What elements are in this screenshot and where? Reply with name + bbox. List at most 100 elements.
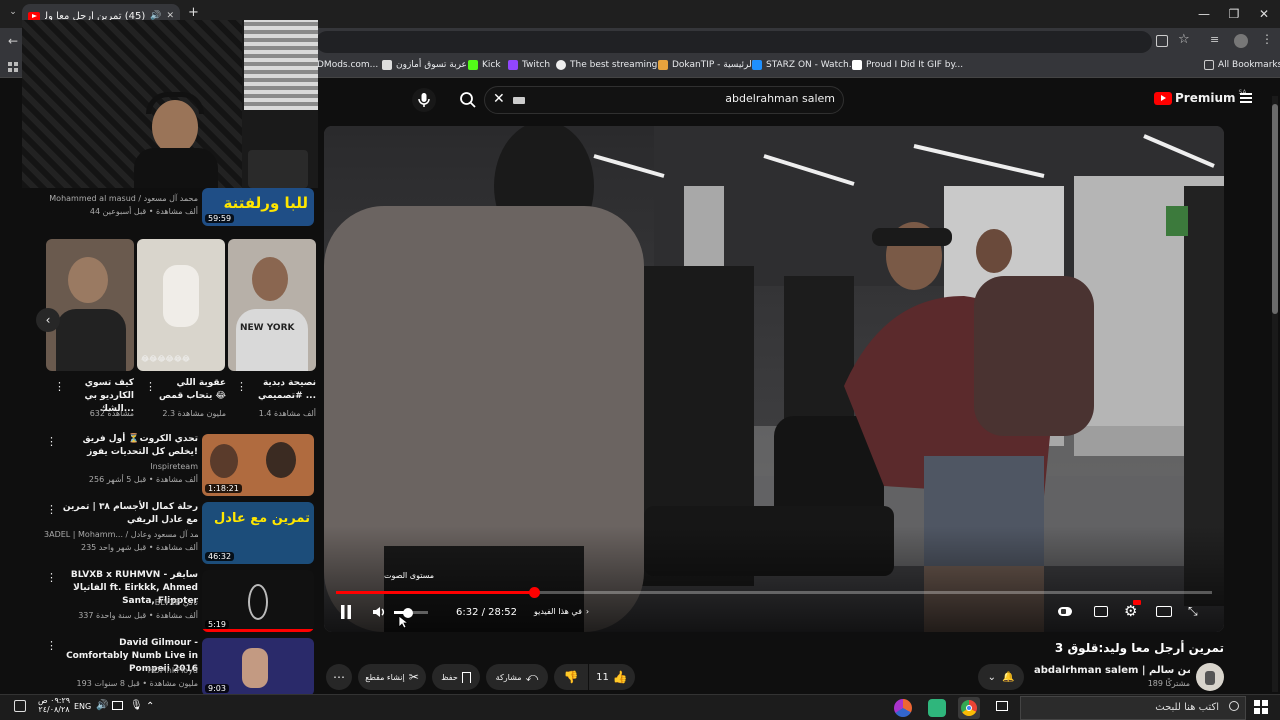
- bookmark-item[interactable]: The best streaming...: [556, 60, 666, 70]
- progress-track[interactable]: [336, 587, 1212, 598]
- bookmark-star-icon[interactable]: ☆: [1178, 32, 1190, 47]
- tab-search-button[interactable]: ⌄: [6, 7, 20, 21]
- scrollbar-thumb[interactable]: [1272, 104, 1278, 314]
- notifications-icon[interactable]: [14, 700, 26, 712]
- short-menu-icon[interactable]: ⋮: [54, 380, 65, 393]
- network-tray-icon[interactable]: [112, 701, 123, 710]
- bookmark-item[interactable]: Twitch: [508, 60, 550, 70]
- apps-grid-icon[interactable]: [8, 62, 18, 72]
- channel-name[interactable]: abdalrhman salem | عبدالرحمن سالم: [1034, 665, 1190, 676]
- windows-start-icon[interactable]: [1254, 700, 1268, 714]
- short-views: 1.4 ألف مشاهدة: [258, 409, 316, 418]
- install-app-icon[interactable]: [1156, 35, 1168, 47]
- related-video-thumbnail[interactable]: 9:03: [202, 638, 314, 696]
- keyboard-icon[interactable]: [513, 97, 525, 104]
- bookmark-item[interactable]: DokanTIP - الرئيسية: [658, 60, 754, 70]
- microphone-tray-icon[interactable]: 🎙: [130, 700, 143, 711]
- close-window-button[interactable]: ✕: [1256, 6, 1272, 22]
- guide-menu-icon[interactable]: [1240, 93, 1252, 103]
- voice-search-icon[interactable]: [412, 88, 436, 112]
- notification-bell-button[interactable]: ⌄ 🔔: [978, 664, 1024, 690]
- new-tab-button[interactable]: +: [188, 5, 199, 20]
- save-button[interactable]: حفظ: [432, 664, 480, 690]
- minimize-button[interactable]: —: [1196, 6, 1212, 22]
- related-video-thumbnail[interactable]: 1:18:21: [202, 434, 314, 496]
- taskbar-search-label: اكتب هنا للبحث: [1155, 702, 1219, 713]
- related-video-thumbnail[interactable]: تمرين مع عادل 46:32: [202, 502, 314, 564]
- short-menu-icon[interactable]: ⋮: [236, 380, 247, 393]
- hd-badge: [1133, 600, 1141, 605]
- more-actions-button[interactable]: ⋯: [326, 664, 352, 690]
- search-button[interactable]: [456, 88, 480, 112]
- related-video-channel[interactable]: Mohammed al masud / محمد آل مسعود: [40, 193, 198, 205]
- video-player[interactable]: مستوى الصوت 6:32 / 28:52 في هذا الفيديو …: [324, 126, 1224, 632]
- clear-search-icon[interactable]: ✕: [493, 91, 505, 107]
- short-thumbnail[interactable]: NEW YORK: [228, 239, 316, 371]
- tray-chevron-icon[interactable]: ⌃: [146, 701, 154, 712]
- short-menu-icon[interactable]: ⋮: [145, 380, 156, 393]
- subtitles-icon[interactable]: [1094, 606, 1108, 617]
- restore-button[interactable]: ❐: [1226, 6, 1242, 22]
- video-menu-icon[interactable]: ⋮: [46, 503, 57, 516]
- omnibox[interactable]: [316, 31, 1152, 53]
- premium-logo[interactable]: Premium SA: [1154, 89, 1247, 105]
- settings-gear-icon[interactable]: ⚙: [1124, 600, 1141, 620]
- short-thumbnail[interactable]: [46, 239, 134, 371]
- language-indicator[interactable]: ENG: [74, 702, 91, 711]
- clip-button[interactable]: إنشاء مقطع ✂: [358, 664, 426, 690]
- profile-avatar[interactable]: [1234, 34, 1248, 48]
- video-title: تمرين أرجل معا وليد:قلوق 3: [1054, 641, 1224, 655]
- bookmark-item[interactable]: عربة تسوق أمازون: [382, 60, 467, 70]
- folder-icon: [1204, 60, 1214, 70]
- dislike-button[interactable]: 👎: [554, 664, 588, 690]
- taskbar-app-icon[interactable]: [928, 699, 946, 717]
- pause-button[interactable]: [336, 602, 356, 622]
- related-video-channel[interactable]: BLVXB تاكي: [60, 597, 198, 609]
- related-video-title[interactable]: تحدي الكروت⏳ أول فريق يخلص كل التحديات ي…: [60, 433, 198, 459]
- taskbar-search[interactable]: اكتب هنا للبحث: [1020, 696, 1246, 720]
- shelf-prev-button[interactable]: ‹: [36, 308, 60, 332]
- like-button[interactable]: 11 👍: [589, 664, 635, 690]
- search-input[interactable]: [535, 92, 835, 105]
- video-menu-icon[interactable]: ⋮: [46, 571, 57, 584]
- video-duration: 59:59: [205, 214, 235, 223]
- back-arrow-icon[interactable]: ←: [8, 34, 18, 48]
- related-video-thumbnail[interactable]: 5:19: [202, 570, 314, 632]
- chrome-taskbar-icon[interactable]: [958, 697, 980, 719]
- premium-label: Premium: [1175, 91, 1236, 105]
- media-control-icon[interactable]: ≡: [1210, 33, 1219, 46]
- fullscreen-exit-icon[interactable]: ⤡: [1188, 604, 1198, 619]
- bookmark-item[interactable]: Kick: [468, 60, 501, 70]
- short-thumbnail[interactable]: 😂😂😂😂😂😂: [137, 239, 225, 371]
- taskbar-clock[interactable]: ٠٩:٢٩ ص ٢٤/٠٨/٢٨: [34, 696, 74, 714]
- video-menu-icon[interactable]: ⋮: [46, 435, 57, 448]
- in-video-chapters[interactable]: في هذا الفيديو ›: [534, 607, 589, 616]
- volume-tray-icon[interactable]: 🔊: [96, 700, 108, 711]
- task-view-icon[interactable]: [996, 701, 1008, 711]
- bookmark-item[interactable]: DMods.com...: [317, 60, 378, 70]
- theater-mode-icon[interactable]: [1156, 606, 1172, 617]
- related-video-channel[interactable]: HDPinkFloyd: [60, 665, 198, 677]
- autoplay-toggle[interactable]: [1058, 607, 1072, 616]
- starz-icon: [752, 60, 762, 70]
- volume-icon[interactable]: [370, 603, 388, 621]
- video-menu-icon[interactable]: ⋮: [46, 639, 57, 652]
- webcam-overlay: [22, 20, 318, 188]
- page-scrollbar[interactable]: [1272, 96, 1278, 692]
- related-video-channel[interactable]: 3ADEL | Mohamm... / محمد آل مسعود وعادل: [44, 529, 198, 541]
- channel-avatar[interactable]: [1196, 663, 1224, 691]
- related-video-title[interactable]: رحلة كمال الأجسام ٣٨ | تمرين مع عادل الر…: [60, 501, 198, 527]
- bookmark-item[interactable]: Proud I Did It GIF by...: [852, 60, 963, 70]
- related-video-channel[interactable]: Inspireteam: [60, 461, 198, 473]
- share-button[interactable]: مشاركة ⤺: [486, 664, 548, 690]
- all-bookmarks[interactable]: All Bookmarks: [1204, 60, 1280, 70]
- short-title[interactable]: نصيحة دبدية #تصميمي ...: [246, 377, 316, 403]
- related-video-meta: 235 ألف مشاهدة • قبل شهر واحد: [81, 543, 198, 552]
- chrome-menu-icon[interactable]: ⋮: [1261, 32, 1273, 46]
- bookmark-item[interactable]: STARZ ON - Watch...: [752, 60, 857, 70]
- volume-slider[interactable]: [394, 607, 428, 618]
- search-box[interactable]: ✕: [484, 86, 844, 114]
- related-video-thumbnail[interactable]: للبا ورلفتنة 59:59: [202, 188, 314, 226]
- taskbar-app-icon[interactable]: [894, 699, 912, 717]
- short-title[interactable]: عقوبة اللي يتحاب قمص 😂: [156, 377, 226, 403]
